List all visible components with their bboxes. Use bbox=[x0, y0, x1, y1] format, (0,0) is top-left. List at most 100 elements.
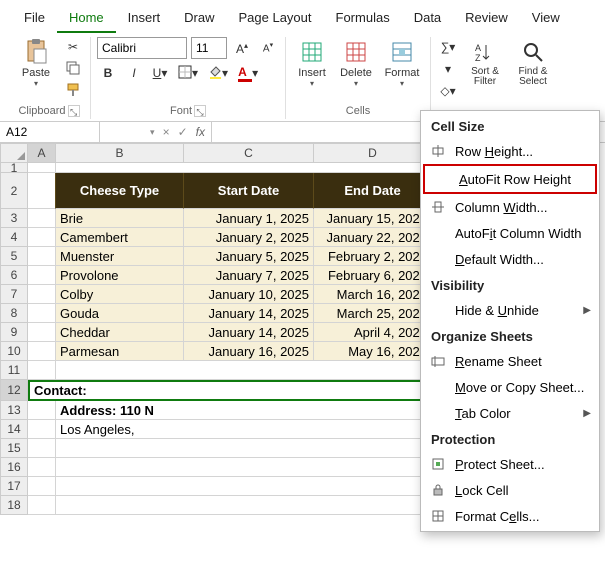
cell[interactable]: May 16, 2025 bbox=[314, 342, 432, 361]
font-size-input[interactable] bbox=[191, 37, 227, 59]
menu-default-width[interactable]: Default Width... bbox=[421, 246, 599, 272]
cell[interactable]: January 22, 2025 bbox=[314, 228, 432, 247]
cell[interactable] bbox=[56, 361, 454, 380]
menu-hide-unhide[interactable]: Hide & Unhide ▶ bbox=[421, 297, 599, 323]
tab-file[interactable]: File bbox=[12, 6, 57, 33]
menu-column-width[interactable]: Column Width... bbox=[421, 194, 599, 220]
cell[interactable]: Provolone bbox=[56, 266, 184, 285]
ribbon-group-font: A▴ A▾ B I U▾ ▾ ▾ A▾ Font⤡ bbox=[91, 37, 286, 119]
decrease-font-button[interactable]: A▾ bbox=[257, 38, 279, 58]
cell[interactable] bbox=[28, 361, 56, 380]
cell[interactable]: March 16, 2025 bbox=[314, 285, 432, 304]
italic-button[interactable]: I bbox=[123, 63, 145, 83]
cell[interactable]: January 14, 2025 bbox=[184, 304, 314, 323]
cell[interactable] bbox=[28, 477, 56, 496]
column-header-C[interactable]: C bbox=[184, 143, 314, 163]
paste-button[interactable]: Paste ▾ bbox=[14, 37, 58, 99]
cell[interactable] bbox=[56, 477, 454, 496]
clear-button[interactable]: ◇ ▾ bbox=[437, 81, 459, 101]
menu-format-cells[interactable]: Format Cells... bbox=[421, 503, 599, 529]
cut-button[interactable]: ✂ bbox=[62, 37, 84, 57]
font-name-input[interactable] bbox=[97, 37, 187, 59]
select-all-button[interactable] bbox=[0, 143, 28, 163]
cell[interactable]: April 4, 2025 bbox=[314, 323, 432, 342]
tab-insert[interactable]: Insert bbox=[116, 6, 173, 33]
autosum-button[interactable]: ∑ ▾ bbox=[437, 37, 459, 57]
dialog-launcher-icon[interactable]: ⤡ bbox=[194, 105, 206, 117]
menu-rename-sheet[interactable]: Rename Sheet bbox=[421, 348, 599, 374]
cell[interactable] bbox=[28, 458, 56, 477]
cell[interactable]: January 2, 2025 bbox=[184, 228, 314, 247]
bold-button[interactable]: B bbox=[97, 63, 119, 83]
copy-button[interactable] bbox=[62, 59, 84, 79]
cell[interactable]: Muenster bbox=[56, 247, 184, 266]
fill-button[interactable]: ▾ bbox=[437, 59, 459, 79]
cell[interactable]: Los Angeles, bbox=[56, 420, 454, 439]
cancel-icon[interactable]: × bbox=[163, 125, 170, 139]
cell[interactable] bbox=[56, 458, 454, 477]
menu-move-copy-sheet[interactable]: Move or Copy Sheet... bbox=[421, 374, 599, 400]
cell[interactable] bbox=[28, 439, 56, 458]
tab-data[interactable]: Data bbox=[402, 6, 453, 33]
cell[interactable]: March 25, 2025 bbox=[314, 304, 432, 323]
cell[interactable] bbox=[56, 496, 454, 515]
cell[interactable]: Colby bbox=[56, 285, 184, 304]
cell[interactable]: Camembert bbox=[56, 228, 184, 247]
cell[interactable] bbox=[56, 439, 454, 458]
font-color-button[interactable]: A▾ bbox=[235, 63, 261, 83]
tab-draw[interactable]: Draw bbox=[172, 6, 226, 33]
name-box[interactable] bbox=[0, 122, 100, 142]
table-header-cell[interactable]: Cheese Type bbox=[56, 173, 184, 209]
name-box-input[interactable] bbox=[6, 125, 93, 139]
delete-cells-button[interactable]: Delete▾ bbox=[336, 37, 376, 99]
cell[interactable]: January 16, 2025 bbox=[184, 342, 314, 361]
chevron-down-icon[interactable]: ▾ bbox=[150, 127, 155, 138]
cell[interactable]: February 6, 2025 bbox=[314, 266, 432, 285]
active-cell[interactable]: Contact: bbox=[28, 380, 454, 401]
cell[interactable] bbox=[28, 496, 56, 515]
column-header-A[interactable]: A bbox=[28, 143, 56, 163]
cell[interactable]: January 15, 2025 bbox=[314, 209, 432, 228]
cell[interactable]: January 10, 2025 bbox=[184, 285, 314, 304]
cell[interactable]: January 5, 2025 bbox=[184, 247, 314, 266]
column-header-D[interactable]: D bbox=[314, 143, 432, 163]
insert-cells-button[interactable]: Insert▾ bbox=[292, 37, 332, 99]
fill-color-button[interactable]: ▾ bbox=[205, 63, 231, 83]
format-cells-button[interactable]: Format▾ bbox=[380, 37, 424, 99]
cell[interactable]: January 7, 2025 bbox=[184, 266, 314, 285]
enter-icon[interactable]: ✓ bbox=[178, 125, 188, 139]
cell[interactable]: Address: 110 N bbox=[56, 401, 454, 420]
tab-formulas[interactable]: Formulas bbox=[324, 6, 402, 33]
cell[interactable]: Cheddar bbox=[56, 323, 184, 342]
table-header-cell[interactable]: Start Date bbox=[184, 173, 314, 209]
tab-view[interactable]: View bbox=[520, 6, 572, 33]
cell[interactable]: January 14, 2025 bbox=[184, 323, 314, 342]
cell[interactable]: January 1, 2025 bbox=[184, 209, 314, 228]
table-header-cell[interactable]: End Date bbox=[314, 173, 432, 209]
menu-lock-cell[interactable]: Lock Cell bbox=[421, 477, 599, 503]
increase-font-button[interactable]: A▴ bbox=[231, 38, 253, 58]
format-cells-icon bbox=[429, 508, 447, 524]
fx-icon[interactable]: fx bbox=[196, 125, 205, 139]
cell[interactable] bbox=[28, 401, 56, 420]
tab-page-layout[interactable]: Page Layout bbox=[227, 6, 324, 33]
find-select-button[interactable]: Find & Select bbox=[511, 37, 555, 99]
tab-home[interactable]: Home bbox=[57, 6, 116, 33]
column-header-B[interactable]: B bbox=[56, 143, 184, 163]
cell[interactable]: Gouda bbox=[56, 304, 184, 323]
cell[interactable]: February 2, 2025 bbox=[314, 247, 432, 266]
menu-protect-sheet[interactable]: Protect Sheet... bbox=[421, 451, 599, 477]
cell[interactable]: Brie bbox=[56, 209, 184, 228]
menu-row-height[interactable]: Row Height... bbox=[421, 138, 599, 164]
menu-autofit-column-width[interactable]: AutoFit Column Width bbox=[421, 220, 599, 246]
tab-review[interactable]: Review bbox=[453, 6, 520, 33]
cell[interactable]: Parmesan bbox=[56, 342, 184, 361]
cell[interactable] bbox=[28, 420, 56, 439]
border-button[interactable]: ▾ bbox=[175, 63, 201, 83]
format-painter-button[interactable] bbox=[62, 81, 84, 101]
underline-button[interactable]: U▾ bbox=[149, 63, 171, 83]
menu-autofit-row-height[interactable]: AutoFit Row Height bbox=[423, 164, 597, 194]
dialog-launcher-icon[interactable]: ⤡ bbox=[68, 105, 80, 117]
sort-filter-button[interactable]: AZ Sort & Filter bbox=[463, 37, 507, 99]
menu-tab-color[interactable]: Tab Color ▶ bbox=[421, 400, 599, 426]
